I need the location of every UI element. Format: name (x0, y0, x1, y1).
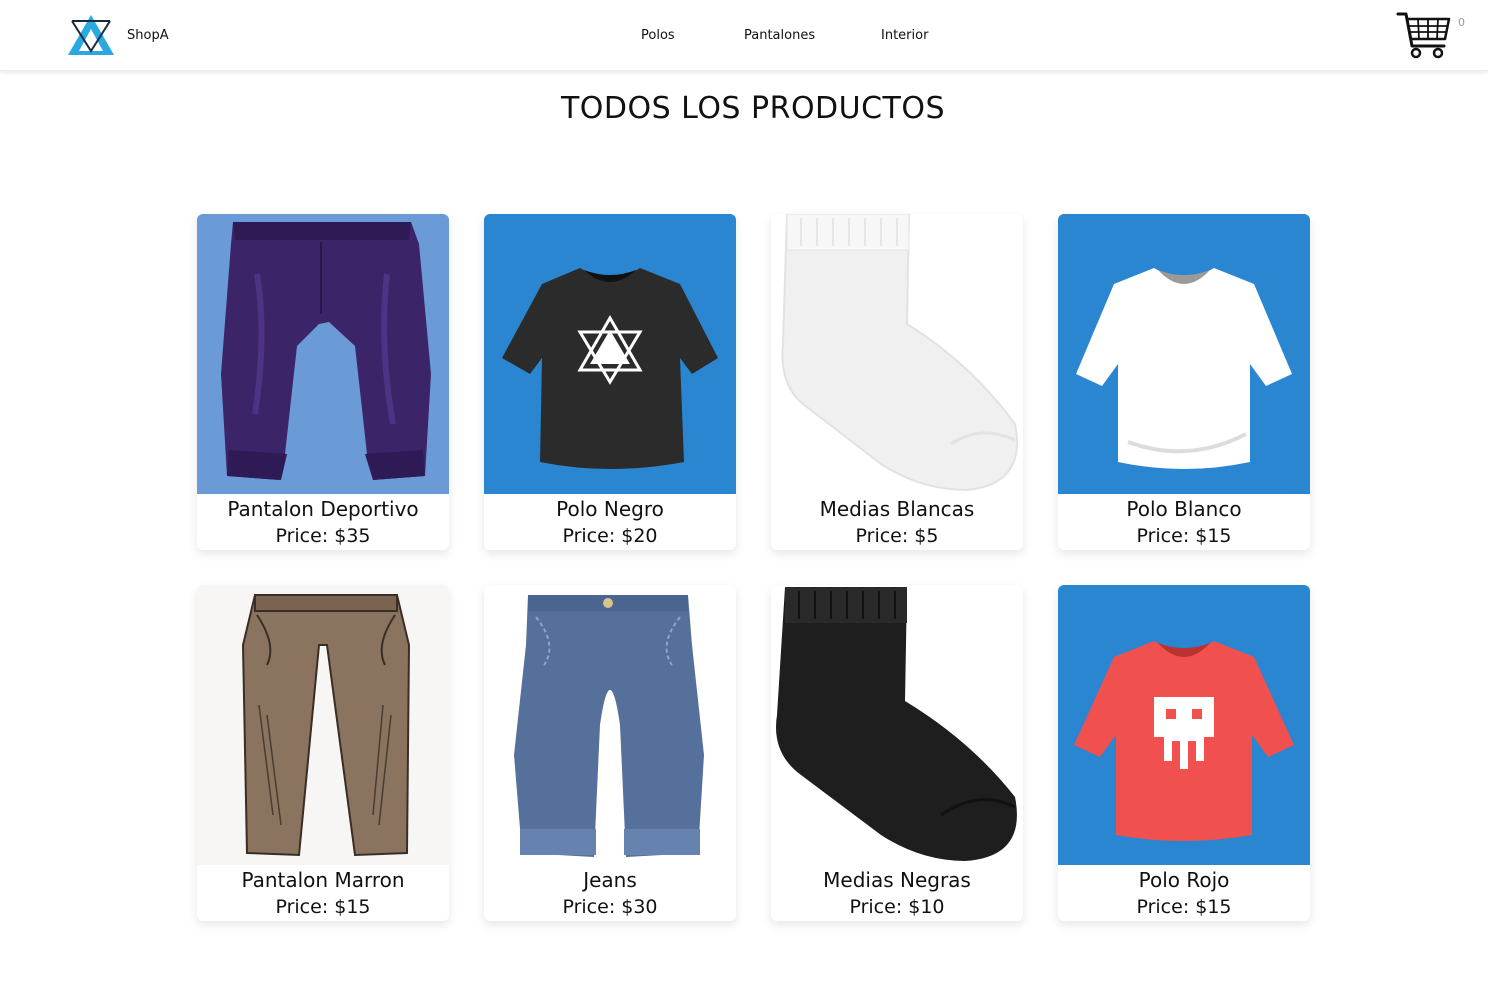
product-image (484, 214, 736, 494)
product-name: Medias Blancas (819, 497, 975, 521)
product-image (197, 214, 449, 494)
product-image (484, 585, 736, 865)
product-price: Price: $5 (855, 525, 939, 547)
nav-link-polos[interactable]: Polos (641, 28, 675, 43)
triangle-logo-icon (68, 15, 114, 55)
black-sock-image (771, 585, 1023, 865)
brand-link[interactable]: ShopA (66, 12, 169, 58)
shopping-cart-button[interactable] (1396, 10, 1452, 60)
product-name: Jeans (583, 868, 637, 892)
product-name: Polo Negro (556, 497, 664, 521)
brand-name: ShopA (127, 27, 169, 43)
product-card[interactable]: Polo Blanco Price: $15 (1058, 214, 1310, 550)
product-image (771, 214, 1023, 494)
page-title: TODOS LOS PRODUCTOS (560, 91, 946, 126)
shopping-cart-icon (1396, 12, 1451, 59)
product-price: Price: $15 (275, 896, 371, 918)
purple-sweatpants-image (197, 214, 449, 494)
product-card[interactable]: Jeans Price: $30 (484, 585, 736, 921)
product-name: Polo Blanco (1126, 497, 1242, 521)
product-price: Price: $20 (562, 525, 658, 547)
product-price: Price: $30 (562, 896, 658, 918)
product-image (197, 585, 449, 865)
product-price: Price: $15 (1136, 896, 1232, 918)
product-image (1058, 214, 1310, 494)
product-card[interactable]: Pantalon Deportivo Price: $35 (197, 214, 449, 550)
blue-jeans-image (484, 585, 736, 865)
product-name: Medias Negras (823, 868, 971, 892)
product-card[interactable]: Pantalon Marron Price: $15 (197, 585, 449, 921)
product-name: Pantalon Deportivo (227, 497, 419, 521)
product-card[interactable]: Medias Blancas Price: $5 (771, 214, 1023, 550)
white-sock-image (771, 214, 1023, 494)
product-name: Polo Rojo (1138, 868, 1230, 892)
nav-link-interior[interactable]: Interior (881, 28, 928, 43)
black-tshirt-image (484, 214, 736, 494)
product-image (771, 585, 1023, 865)
product-price: Price: $10 (849, 896, 945, 918)
product-card[interactable]: Medias Negras Price: $10 (771, 585, 1023, 921)
product-price: Price: $15 (1136, 525, 1232, 547)
product-price: Price: $35 (275, 525, 371, 547)
product-card[interactable]: Polo Rojo Price: $15 (1058, 585, 1310, 921)
nav-link-pantalones[interactable]: Pantalones (744, 28, 815, 43)
brown-pants-image (197, 585, 449, 865)
red-tshirt-image (1058, 585, 1310, 865)
product-name: Pantalon Marron (241, 868, 405, 892)
cart-count-badge: 0 (1458, 16, 1465, 29)
navbar: ShopA Polos Pantalones Interior 0 (0, 0, 1488, 71)
product-image (1058, 585, 1310, 865)
product-card[interactable]: Polo Negro Price: $20 (484, 214, 736, 550)
white-tshirt-image (1058, 214, 1310, 494)
